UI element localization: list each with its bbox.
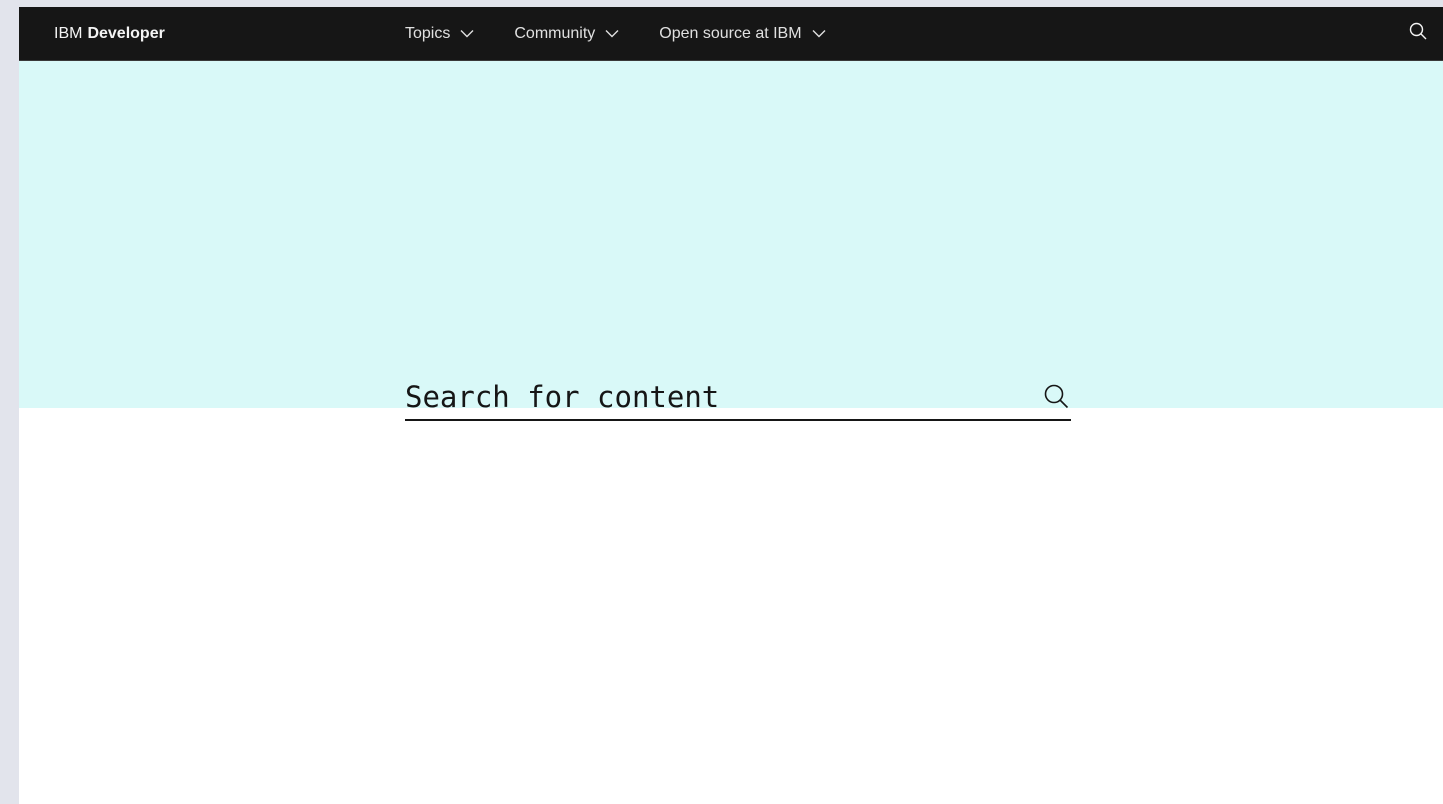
search-icon [1409, 22, 1427, 45]
nav-item-open-source[interactable]: Open source at IBM [659, 24, 826, 43]
ibm-developer-logo[interactable]: IBM Developer [54, 7, 165, 60]
chevron-down-icon [605, 29, 619, 38]
search-icon [1043, 383, 1069, 414]
browser-viewport: IBM Developer Topics Community Open sour… [19, 7, 1443, 804]
brand-name: Developer [87, 24, 165, 42]
nav-item-label: Open source at IBM [659, 24, 802, 42]
main-nav: Topics Community Open source at IBM [405, 7, 866, 60]
nav-item-community[interactable]: Community [514, 25, 619, 43]
search-input[interactable] [405, 375, 1025, 419]
brand-prefix: IBM [54, 24, 83, 42]
top-navigation-bar: IBM Developer Topics Community Open sour… [19, 7, 1443, 61]
header-search-button[interactable] [1409, 7, 1443, 60]
nav-item-topics[interactable]: Topics [405, 25, 474, 43]
hero-banner [19, 61, 1443, 408]
nav-item-label: Topics [405, 24, 451, 42]
content-search [405, 375, 1071, 421]
chevron-down-icon [460, 29, 474, 38]
nav-item-label: Community [514, 24, 596, 42]
search-submit-button[interactable] [1041, 383, 1071, 413]
chevron-down-icon [812, 29, 826, 38]
